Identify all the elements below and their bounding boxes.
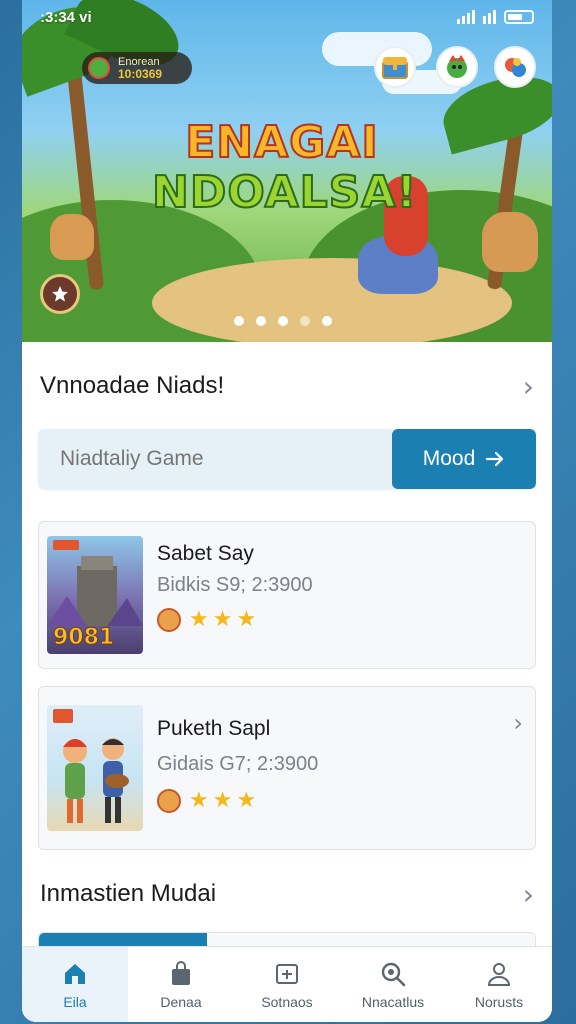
arrow-right-icon [486,451,504,467]
game-search-bar: Mood [38,429,536,489]
treasure-chest-button[interactable] [374,46,416,88]
carousel-dot[interactable] [256,316,266,326]
home-icon [65,963,85,984]
star-icon: ★ [212,607,233,632]
rewards-button[interactable] [494,46,536,88]
tower-image: 9081 [47,540,143,651]
game-search-input[interactable] [38,429,392,489]
battery-icon [504,10,534,24]
hero-banner[interactable]: :3:34 vi Enorean 10:0369 ENAGAI NDOALSA! [22,0,552,342]
star-icon: ★ [189,607,209,632]
player-avatar [157,789,181,813]
hero-game-title: ENAGAI NDOALSA! [151,117,418,219]
chevron-right-icon[interactable]: › [523,878,534,911]
bag-icon [172,960,190,985]
currency-value: 10:0369 [118,67,163,81]
star-icon: ★ [236,788,257,813]
badge-button[interactable] [40,274,80,314]
section-header-featured[interactable]: Vnnoadae Niads! › [22,366,552,406]
player-currency-badge[interactable]: Enorean 10:0369 [82,52,192,84]
game-card[interactable]: Puketh Sapl Gidais G7; 2:3900 ★ ★ ★ › [38,686,536,850]
star-badge-icon [52,286,68,302]
signal-icon [457,10,475,24]
game-rating: ★ ★ ★ [157,789,256,813]
carousel-dot[interactable] [300,316,310,326]
nav-label: Denaa [160,993,202,1010]
carousel-dot[interactable] [234,316,244,326]
dog-character [50,214,94,260]
characters-image [53,709,129,823]
nav-item-search[interactable]: Nnacatlus [340,947,446,1022]
nav-item-home[interactable]: Eila [22,947,128,1022]
star-icon: ★ [236,607,257,632]
game-card[interactable]: 9081 Sabet Say Bidkis S9; 2:3900 ★ ★ ★ [38,521,536,669]
game-subtitle: Gidais G7; 2:3900 [157,753,319,775]
wifi-signal-icon [483,10,496,24]
profile-icon [487,962,511,986]
nav-item-store[interactable]: Denaa [128,947,234,1022]
character-button[interactable] [436,46,478,88]
game-thumbnail[interactable] [47,705,143,831]
section-title: Vnnoadae Niads! [40,372,225,399]
game-thumbnail[interactable]: 9081 [47,536,143,654]
chevron-right-icon[interactable]: › [513,709,523,737]
star-icon: ★ [189,788,209,813]
search-icon [381,962,406,986]
game-rating: ★ ★ ★ [157,608,256,632]
search-button-label: Mood [422,447,476,470]
nav-label: Eila [63,993,87,1010]
nav-item-news[interactable]: Sotnaos [234,947,340,1022]
nav-label: Nnacatlus [361,993,425,1010]
news-icon [276,963,298,984]
gift-icon [505,58,526,77]
section-header-more[interactable]: Inmastien Mudai › [22,874,552,914]
dog-character [482,212,538,272]
search-submit-button[interactable]: Mood [392,429,536,489]
thumb-text: 9081 [53,625,114,650]
player-avatar [157,608,181,632]
carousel-indicator[interactable] [234,316,332,326]
star-icon: ★ [212,788,233,813]
carousel-dot[interactable] [322,316,332,326]
carousel-dot[interactable] [278,316,288,326]
section-title: Inmastien Mudai [40,880,217,907]
status-bar: :3:34 vi [22,0,552,34]
nav-item-profile[interactable]: Norusts [446,947,552,1022]
nav-label: Norusts [474,993,524,1010]
game-subtitle: Bidkis S9; 2:3900 [157,574,313,596]
nav-label: Sotnaos [261,993,313,1010]
monster-icon [447,55,467,78]
player-avatar [88,57,110,79]
bottom-navigation: Eila Denaa Sotnaos Nnacatlus Norusts [22,946,552,1022]
status-time: :3:34 vi [40,8,92,26]
game-title: Puketh Sapl [157,717,271,740]
chevron-right-icon[interactable]: › [523,370,534,403]
dirt-path [152,258,512,342]
treasure-chest-icon [382,57,408,79]
app-screen: :3:34 vi Enorean 10:0369 ENAGAI NDOALSA!… [22,0,552,1022]
game-title: Sabet Say [157,542,254,565]
